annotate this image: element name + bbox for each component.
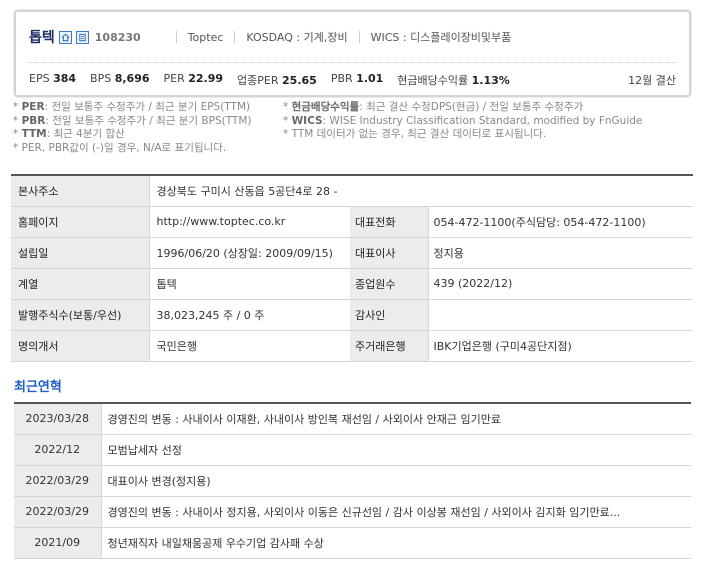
footnotes-right: * 현금배당수익률: 최근 결산 수정DPS(현금) / 전일 보통주 수정주가… xyxy=(283,101,642,142)
auditor-label: 감사인 xyxy=(350,299,428,331)
metric-eps: EPS 384 xyxy=(29,72,77,85)
auditor-value xyxy=(427,299,693,331)
info-row-shares: 발행주식수(보통/우선) 38,023,245 주 / 0 주 감사인 xyxy=(11,299,693,331)
card-divider xyxy=(29,62,676,63)
company-summary-card: 톱텍 108230 Toptec KOSDAQ : 기계,장비 WICS : 디… xyxy=(14,10,691,97)
history-row: 2023/03/28 경영진의 변동 : 사내이사 이재환, 사내이사 방인복 … xyxy=(14,403,691,435)
employees-label: 종업원수 xyxy=(350,268,428,300)
history-date: 2022/03/29 xyxy=(14,496,101,528)
footnote-dividend: * 현금배당수익률: 최근 결산 수정DPS(현금) / 전일 보통주 수정주가 xyxy=(283,101,584,113)
footnote-negative: * PER, PBR값이 (-)일 경우, N/A로 표기됩니다. xyxy=(13,141,227,154)
homepage-link[interactable]: http://www.toptec.co.kr xyxy=(148,206,350,238)
footnote-ttm-missing: * TTM 데이터가 없는 경우, 최근 결산 데이터로 표시됩니다. xyxy=(283,128,547,140)
history-event: 대표이사 변경(정지용) xyxy=(100,465,691,497)
footnote-wics: * WICS: WISE Industry Classification Sta… xyxy=(283,114,643,127)
transfer-value: 국민은행 xyxy=(148,330,350,362)
history-row: 2021/09 청년재직자 내일채움공제 우수기업 감사패 수상 xyxy=(14,527,691,559)
history-row: 2022/03/29 대표이사 변경(정지용) xyxy=(14,465,691,497)
separator xyxy=(175,31,177,43)
address-value: 경상북도 구미시 산동읍 5공단4로 28 - xyxy=(148,175,693,207)
footnote-ttm: * TTM: 최근 4분기 합산 xyxy=(13,128,125,140)
metrics-row: EPS 384 BPS 8,696 PER 22.99 업종PER 25.65 … xyxy=(29,72,524,88)
history-event: 경영진의 변동 : 사내이사 정지용, 사외이사 이동은 신규선임 / 감사 이… xyxy=(100,496,691,528)
english-name: Toptec xyxy=(187,30,224,44)
separator xyxy=(234,31,236,43)
history-table: 2023/03/28 경영진의 변동 : 사내이사 이재환, 사내이사 방인복 … xyxy=(14,402,691,559)
phone-value: 054-472-1100(주식담당: 054-472-1100) xyxy=(427,206,693,238)
group-label: 계열 xyxy=(11,268,149,300)
history-date: 2022/03/29 xyxy=(14,465,101,497)
footnotes-left: * PER: 전일 보통주 수정주가 / 최근 분기 EPS(TTM) * PB… xyxy=(13,101,252,155)
info-row-homepage: 홈페이지 http://www.toptec.co.kr 대표전화 054-47… xyxy=(11,206,693,238)
fiscal-month: 12월 결산 xyxy=(628,74,676,87)
shares-value: 38,023,245 주 / 0 주 xyxy=(148,299,350,331)
footnote-pbr: * PBR: 전일 보통주 수정주가 / 최근 분기 BPS(TTM) xyxy=(13,114,252,127)
metric-bps: BPS 8,696 xyxy=(90,72,150,85)
separator xyxy=(358,31,360,43)
wics-sector: WICS : 디스플레이장비및부품 xyxy=(370,31,512,44)
address-label: 본사주소 xyxy=(11,175,149,207)
footnote-per: * PER: 전일 보통주 수정주가 / 최근 분기 EPS(TTM) xyxy=(13,101,251,113)
history-event: 청년재직자 내일채움공제 우수기업 감사패 수상 xyxy=(100,527,691,559)
metric-per: PER 22.99 xyxy=(163,72,224,85)
metric-industry-per: 업종PER 25.65 xyxy=(237,74,317,87)
homepage-label: 홈페이지 xyxy=(11,206,149,238)
document-icon[interactable] xyxy=(75,30,89,44)
history-event: 모범납세자 선정 xyxy=(100,434,691,466)
bank-value: IBK기업은행 (구미4공단지점) xyxy=(427,330,693,362)
home-icon[interactable] xyxy=(58,30,72,44)
established-label: 설립일 xyxy=(11,237,149,269)
history-date: 2023/03/28 xyxy=(14,403,101,435)
info-row-established: 설립일 1996/06/20 (상장일: 2009/09/15) 대표이사 정지… xyxy=(11,237,693,269)
history-row: 2022/03/29 경영진의 변동 : 사내이사 정지용, 사외이사 이동은 … xyxy=(14,496,691,528)
ceo-label: 대표이사 xyxy=(350,237,428,269)
company-meta: Toptec KOSDAQ : 기계,장비 WICS : 디스플레이장비및부품 xyxy=(165,29,512,45)
history-event: 경영진의 변동 : 사내이사 이재환, 사내이사 방인복 재선임 / 사외이사 … xyxy=(100,403,691,435)
transfer-label: 명의개서 xyxy=(11,330,149,362)
market-sector: KOSDAQ : 기계,장비 xyxy=(246,31,348,44)
phone-label: 대표전화 xyxy=(350,206,428,238)
history-row: 2022/12 모범납세자 선정 xyxy=(14,434,691,466)
info-row-transfer: 명의개서 국민은행 주거래은행 IBK기업은행 (구미4공단지점) xyxy=(11,330,693,362)
established-value: 1996/06/20 (상장일: 2009/09/15) xyxy=(148,237,350,269)
shares-label: 발행주식수(보통/우선) xyxy=(11,299,149,331)
history-title: 최근연혁 xyxy=(14,380,62,395)
history-date: 2021/09 xyxy=(14,527,101,559)
company-title-row: 톱텍 108230 Toptec KOSDAQ : 기계,장비 WICS : 디… xyxy=(29,26,511,48)
group-value: 톱텍 xyxy=(148,268,350,300)
ceo-value: 정지용 xyxy=(427,237,693,269)
company-name: 톱텍 xyxy=(29,30,55,46)
info-row-group: 계열 톱텍 종업원수 439 (2022/12) xyxy=(11,268,693,300)
bank-label: 주거래은행 xyxy=(350,330,428,362)
metric-dividend-yield: 현금배당수익률 1.13% xyxy=(397,74,510,87)
metric-pbr: PBR 1.01 xyxy=(330,72,384,85)
info-row-address: 본사주소 경상북도 구미시 산동읍 5공단4로 28 - xyxy=(11,175,693,207)
employees-value: 439 (2022/12) xyxy=(427,268,693,300)
company-info-table: 본사주소 경상북도 구미시 산동읍 5공단4로 28 - 홈페이지 http:/… xyxy=(11,174,693,362)
stock-code: 108230 xyxy=(94,30,141,44)
history-date: 2022/12 xyxy=(14,434,101,466)
